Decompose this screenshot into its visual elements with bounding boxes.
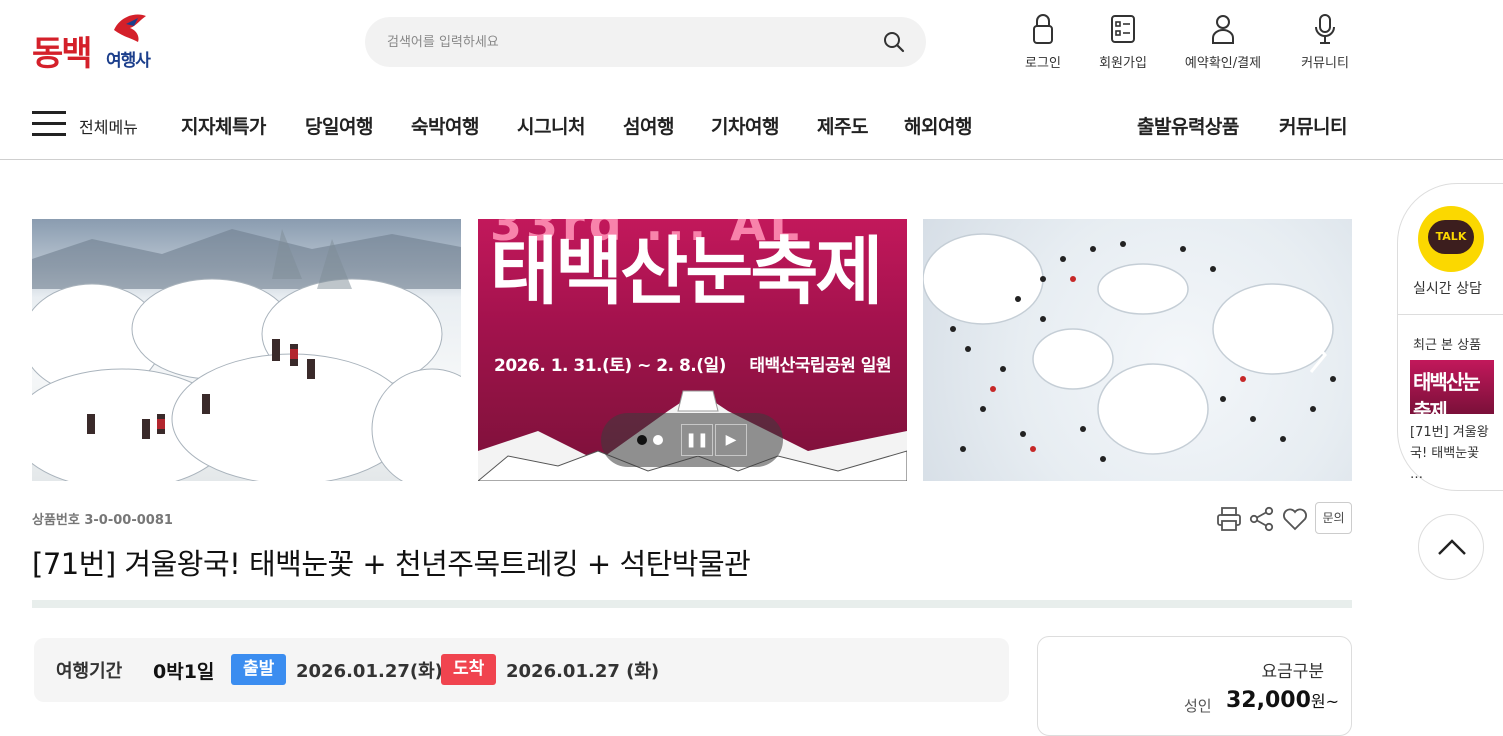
- arrive-date: 2026.01.27 (화): [506, 661, 660, 682]
- slider-next-arrow-icon[interactable]: [1303, 332, 1333, 378]
- nav-item-overseas[interactable]: 해외여행: [904, 112, 972, 139]
- microphone-icon: [1315, 14, 1335, 44]
- snow-sculpture-image: [923, 233, 1336, 462]
- scroll-top-button[interactable]: [1418, 514, 1484, 580]
- title-divider: [32, 600, 1352, 608]
- signup-link[interactable]: 회원가입: [1083, 12, 1163, 72]
- banner-snow-trekking[interactable]: [32, 219, 461, 481]
- search-input[interactable]: [387, 17, 867, 67]
- side-quick-panel: TALK 실시간 상담 최근 본 상품 태백산눈축제 [71번] 겨울왕국! 태…: [1397, 183, 1503, 491]
- logo-main-text: 동백: [32, 34, 93, 74]
- play-icon[interactable]: ▶: [715, 424, 747, 456]
- reservation-label: 예약확인/결제: [1184, 56, 1262, 71]
- slider-prev-arrow-icon[interactable]: [52, 332, 82, 378]
- price-category-label: 요금구분: [1261, 662, 1324, 682]
- slider-dot-active[interactable]: [637, 435, 647, 445]
- chevron-up-icon: [1438, 539, 1466, 555]
- adult-price: 32,000원~: [1226, 688, 1339, 713]
- nav-item-overnight[interactable]: 숙박여행: [411, 112, 479, 139]
- product-title: [71번] 겨울왕국! 태백눈꽃 + 천년주목트레킹 + 석탄박물관: [32, 547, 751, 581]
- print-icon[interactable]: [1215, 505, 1243, 533]
- period-label: 여행기간: [56, 661, 123, 682]
- inquiry-button[interactable]: 문의: [1315, 502, 1352, 534]
- festival-title: 태백산눈축제: [490, 229, 883, 315]
- community-link[interactable]: 커뮤니티: [1285, 12, 1365, 72]
- nav-item-train[interactable]: 기차여행: [711, 112, 779, 139]
- price-unit: 원~: [1310, 692, 1340, 711]
- snow-forest-image: [32, 229, 461, 481]
- adult-label: 성인: [1184, 697, 1212, 715]
- camellia-bird-icon: [114, 14, 146, 43]
- travel-period-box: 여행기간 0박1일 출발 2026.01.27(화) 도착 2026.01.27…: [34, 638, 1009, 702]
- nav-item-likely-departure[interactable]: 출발유력상품: [1137, 112, 1239, 139]
- side-divider: [1398, 314, 1503, 315]
- banner-snow-sculptures[interactable]: [923, 219, 1352, 481]
- recent-thumb-text: 태백산눈축제: [1413, 370, 1481, 414]
- talk-bubble: TALK: [1428, 220, 1474, 254]
- main-nav: 전체메뉴 지자체특가 당일여행 숙박여행 시그니처 섬여행 기차여행 제주도 해…: [0, 95, 1503, 160]
- hamburger-menu-icon[interactable]: [32, 111, 66, 137]
- nav-item-day-trip[interactable]: 당일여행: [305, 112, 373, 139]
- community-label: 커뮤니티: [1301, 56, 1349, 71]
- nav-item-local-deals[interactable]: 지자체특가: [181, 112, 266, 139]
- depart-tag: 출발: [231, 654, 287, 685]
- arrive-tag: 도착: [441, 654, 497, 685]
- nav-item-community[interactable]: 커뮤니티: [1279, 112, 1347, 139]
- slider-controls: ❚❚ ▶: [601, 413, 783, 467]
- nav-item-signature[interactable]: 시그니처: [517, 112, 585, 139]
- all-menu-button[interactable]: 전체메뉴: [79, 114, 138, 138]
- nav-item-island[interactable]: 섬여행: [623, 112, 674, 139]
- kakao-talk-icon[interactable]: TALK: [1418, 206, 1484, 272]
- slider-dot[interactable]: [653, 435, 663, 445]
- recent-product-thumbnail[interactable]: 태백산눈축제: [1410, 360, 1494, 414]
- heart-icon[interactable]: [1281, 505, 1309, 533]
- member-form-icon: [1111, 15, 1135, 43]
- logo-sub-text: 여행사: [106, 51, 151, 71]
- recent-product-name[interactable]: [71번] 겨울왕국! 태백눈꽃 …: [1410, 422, 1490, 485]
- reservation-link[interactable]: 예약확인/결제: [1183, 12, 1263, 72]
- price-box: 요금구분 성인 32,000원~: [1037, 636, 1352, 736]
- depart-date: 2026.01.27(화): [296, 661, 443, 682]
- lock-icon: [1033, 14, 1053, 44]
- search-icon[interactable]: [882, 30, 906, 54]
- adult-price-value: 32,000: [1226, 688, 1311, 713]
- site-logo[interactable]: 동백 여행사: [32, 12, 182, 78]
- user-icon: [1212, 15, 1234, 44]
- period-nights: 0박1일: [153, 661, 215, 683]
- search-bar: [365, 17, 926, 67]
- live-chat-label[interactable]: 실시간 상담: [1413, 278, 1482, 298]
- login-label: 로그인: [1025, 56, 1061, 71]
- login-link[interactable]: 로그인: [1003, 12, 1083, 72]
- product-number: 상품번호 3-0-00-0081: [32, 513, 173, 528]
- recent-products-label: 최근 본 상품: [1413, 338, 1482, 353]
- share-icon[interactable]: [1248, 505, 1276, 533]
- signup-label: 회원가입: [1099, 56, 1147, 71]
- pause-icon[interactable]: ❚❚: [681, 424, 713, 456]
- nav-item-jeju[interactable]: 제주도: [817, 112, 868, 139]
